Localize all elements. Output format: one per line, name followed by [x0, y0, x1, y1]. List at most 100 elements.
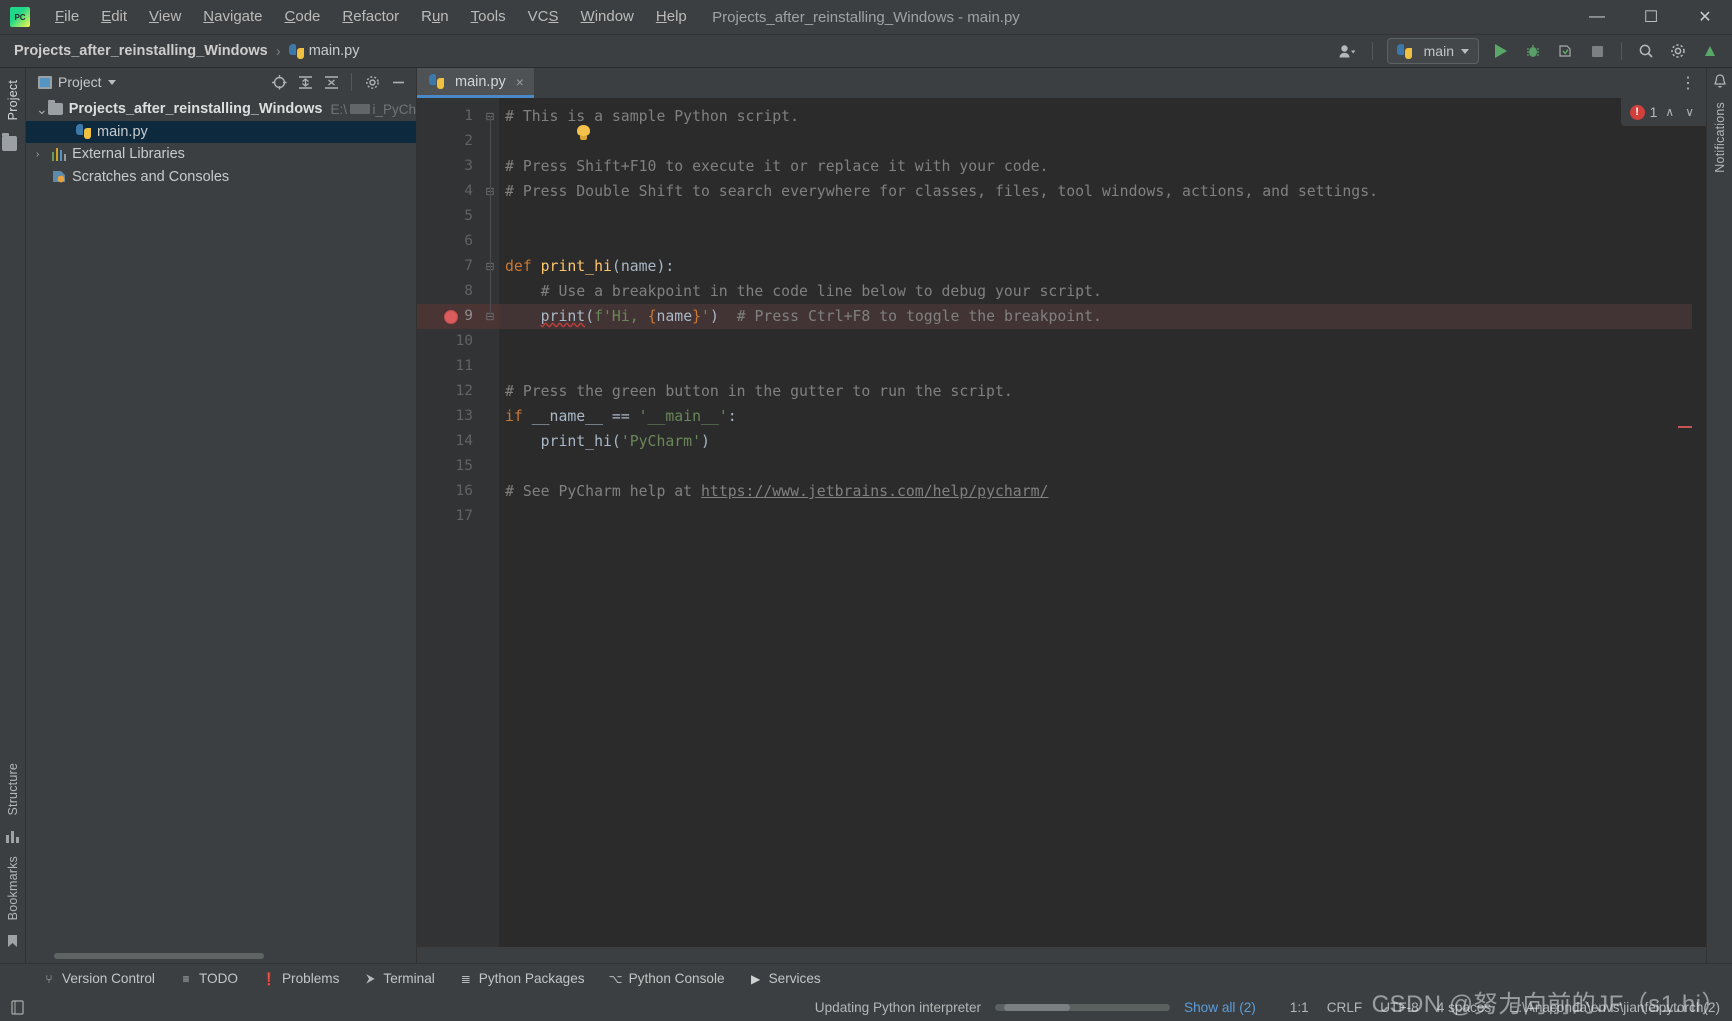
menu-item-file[interactable]: File: [44, 4, 90, 30]
line-number[interactable]: 17: [417, 504, 481, 529]
line-number[interactable]: 3: [417, 154, 481, 179]
line-number[interactable]: 10: [417, 329, 481, 354]
code-line[interactable]: # See PyCharm help at https://www.jetbra…: [499, 479, 1692, 504]
memory-indicator-icon[interactable]: [8, 999, 26, 1015]
run-with-coverage-button[interactable]: [1551, 38, 1579, 64]
menu-item-window[interactable]: Window: [570, 4, 645, 30]
expand-all-icon[interactable]: [293, 71, 317, 93]
menu-item-tools[interactable]: Tools: [460, 4, 517, 30]
indent-setting[interactable]: 4 spaces: [1437, 1000, 1491, 1015]
select-opened-file-icon[interactable]: [267, 71, 291, 93]
run-button[interactable]: [1487, 38, 1515, 64]
toolwindow-button-python-packages[interactable]: ≣Python Packages: [447, 968, 597, 989]
menu-item-refactor[interactable]: Refactor: [331, 4, 410, 30]
run-configuration-selector[interactable]: main: [1387, 38, 1479, 64]
updates-icon[interactable]: [1696, 38, 1724, 64]
toolwindow-button-version-control[interactable]: ⑂Version Control: [30, 968, 167, 989]
toolwindow-button-terminal[interactable]: ⮞Terminal: [351, 968, 446, 989]
line-number[interactable]: 7: [417, 254, 481, 279]
code-link[interactable]: https://www.jetbrains.com/help/pycharm/: [701, 483, 1048, 500]
line-number-gutter[interactable]: 1234567891011121314151617: [417, 98, 481, 947]
settings-icon[interactable]: [360, 71, 384, 93]
line-number[interactable]: 1: [417, 104, 481, 129]
code-line[interactable]: def print_hi(name):: [499, 254, 1692, 279]
code-line[interactable]: # This is a sample Python script.: [499, 104, 1692, 129]
maximize-button[interactable]: ☐: [1624, 0, 1678, 35]
show-all-link[interactable]: Show all (2): [1184, 1000, 1256, 1015]
line-number[interactable]: 13: [417, 404, 481, 429]
code-line[interactable]: # Press Double Shift to search everywher…: [499, 179, 1692, 204]
file-encoding[interactable]: UTF-8: [1380, 1000, 1419, 1015]
scrollbar-thumb[interactable]: [54, 953, 264, 959]
code-line[interactable]: [499, 504, 1692, 529]
sidebar-item-structure[interactable]: Structure: [6, 757, 20, 822]
tree-node[interactable]: main.py: [26, 121, 416, 144]
breadcrumb-file[interactable]: main.py: [309, 43, 360, 59]
toolwindow-button-services[interactable]: ▶Services: [737, 968, 833, 989]
line-number[interactable]: 9: [417, 304, 481, 329]
tree-node[interactable]: Scratches and Consoles: [26, 166, 416, 189]
previous-problem-icon[interactable]: ∧: [1662, 105, 1677, 119]
chevron-right-icon[interactable]: ›: [36, 149, 52, 160]
caret-position[interactable]: 1:1: [1290, 1000, 1309, 1015]
line-number[interactable]: 8: [417, 279, 481, 304]
code-line[interactable]: # Press the green button in the gutter t…: [499, 379, 1692, 404]
chevron-down-icon[interactable]: ⌄: [36, 101, 48, 118]
code-line[interactable]: [499, 204, 1692, 229]
sidebar-item-project[interactable]: Project: [6, 74, 20, 126]
close-button[interactable]: ✕: [1678, 0, 1732, 35]
account-icon[interactable]: [1334, 38, 1362, 64]
menu-item-edit[interactable]: Edit: [90, 4, 138, 30]
close-icon[interactable]: ×: [516, 74, 524, 90]
tree-node[interactable]: ⌄Projects_after_reinstalling_WindowsE:\i…: [26, 98, 416, 121]
intention-bulb-icon[interactable]: [577, 125, 590, 140]
tree-node[interactable]: ›External Libraries: [26, 143, 416, 166]
code-line[interactable]: [499, 454, 1692, 479]
code-line[interactable]: [499, 329, 1692, 354]
structure-icon[interactable]: [6, 830, 19, 846]
line-number[interactable]: 5: [417, 204, 481, 229]
hide-panel-icon[interactable]: [386, 71, 410, 93]
menu-item-vcs[interactable]: VCS: [517, 4, 570, 30]
line-number[interactable]: 12: [417, 379, 481, 404]
line-number[interactable]: 6: [417, 229, 481, 254]
tab-main-py[interactable]: main.py ×: [417, 68, 534, 98]
menu-item-run[interactable]: Run: [410, 4, 460, 30]
code-line[interactable]: print(f'Hi, {name}') # Press Ctrl+F8 to …: [499, 304, 1692, 329]
bookmark-icon[interactable]: [7, 934, 18, 951]
notifications-bell-icon[interactable]: [1713, 74, 1727, 92]
code-content[interactable]: # This is a sample Python script. # Pres…: [499, 98, 1692, 947]
code-line[interactable]: # Press Shift+F10 to execute it or repla…: [499, 154, 1692, 179]
toolwindow-button-todo[interactable]: ≡TODO: [167, 968, 250, 989]
menu-item-view[interactable]: View: [138, 4, 192, 30]
breadcrumb-project[interactable]: Projects_after_reinstalling_Windows: [14, 43, 268, 59]
line-number[interactable]: 16: [417, 479, 481, 504]
line-number[interactable]: 14: [417, 429, 481, 454]
minimize-button[interactable]: —: [1570, 0, 1624, 35]
menu-item-navigate[interactable]: Navigate: [192, 4, 273, 30]
menu-item-code[interactable]: Code: [274, 4, 332, 30]
line-number[interactable]: 2: [417, 129, 481, 154]
next-problem-icon[interactable]: ∨: [1682, 105, 1697, 119]
sidebar-item-notifications[interactable]: Notifications: [1713, 96, 1727, 179]
line-number[interactable]: 11: [417, 354, 481, 379]
settings-button[interactable]: [1664, 38, 1692, 64]
more-options-icon[interactable]: ⋮: [1680, 73, 1696, 93]
code-line[interactable]: [499, 229, 1692, 254]
inspection-status-badge[interactable]: ! 1 ∧ ∨: [1621, 98, 1706, 126]
sidebar-item-bookmarks[interactable]: Bookmarks: [6, 850, 20, 926]
code-line[interactable]: print_hi('PyCharm'): [499, 429, 1692, 454]
line-number[interactable]: 15: [417, 454, 481, 479]
editor-horizontal-scrollbar[interactable]: [417, 947, 1706, 963]
toolwindow-button-python-console[interactable]: ⌥Python Console: [597, 968, 737, 989]
line-number[interactable]: 4: [417, 179, 481, 204]
toolwindow-button-problems[interactable]: ❗Problems: [250, 968, 351, 989]
code-line[interactable]: [499, 129, 1692, 154]
inspection-stripe[interactable]: ! 1 ∧ ∨: [1692, 98, 1706, 947]
code-line[interactable]: if __name__ == '__main__':: [499, 404, 1692, 429]
breakpoint-icon[interactable]: [444, 310, 458, 324]
menu-item-help[interactable]: Help: [645, 4, 698, 30]
code-line[interactable]: # Use a breakpoint in the code line belo…: [499, 279, 1692, 304]
stop-button[interactable]: [1583, 38, 1611, 64]
debug-button[interactable]: [1519, 38, 1547, 64]
